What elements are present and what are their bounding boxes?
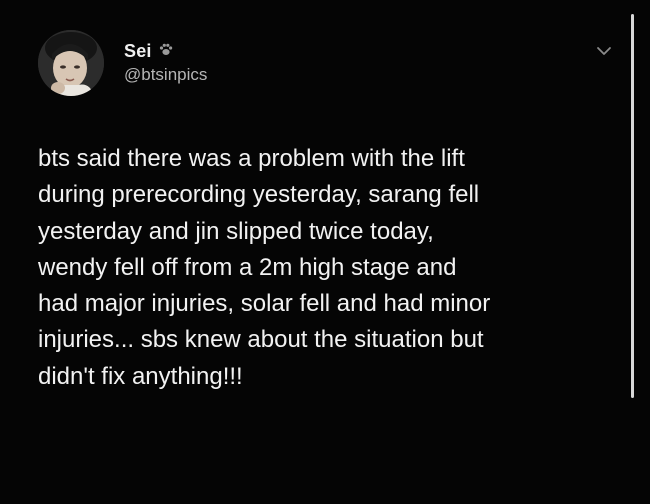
tweet-text-line: wendy fell off from a 2m high stage and — [38, 253, 457, 281]
tweet-card: Sei @btsinpics bts said there was a prob… — [0, 0, 650, 504]
paw-icon — [159, 43, 172, 55]
avatar[interactable] — [38, 30, 104, 96]
tweet-text-line: had major injuries, solar fell and had m… — [38, 290, 491, 318]
name-row: Sei — [124, 40, 207, 62]
user-handle[interactable]: @btsinpics — [124, 65, 207, 85]
tweet-text-line: injuries... sbs knew about the situation… — [38, 326, 484, 354]
scrollbar[interactable] — [631, 14, 634, 398]
tweet-text-line: yesterday and jin slipped twice today, — [38, 217, 434, 245]
tweet-text-line: didn't fix anything!!! — [38, 362, 243, 390]
user-info: Sei @btsinpics — [124, 40, 207, 85]
tweet-text-line: during prerecording yesterday, sarang fe… — [38, 181, 480, 209]
display-name[interactable]: Sei — [124, 41, 152, 62]
tweet-text: bts said there was a problem with the li… — [38, 141, 618, 395]
tweet-text-line: bts said there was a problem with the li… — [38, 145, 465, 172]
chevron-down-icon[interactable] — [594, 44, 614, 58]
avatar-image — [38, 30, 104, 96]
